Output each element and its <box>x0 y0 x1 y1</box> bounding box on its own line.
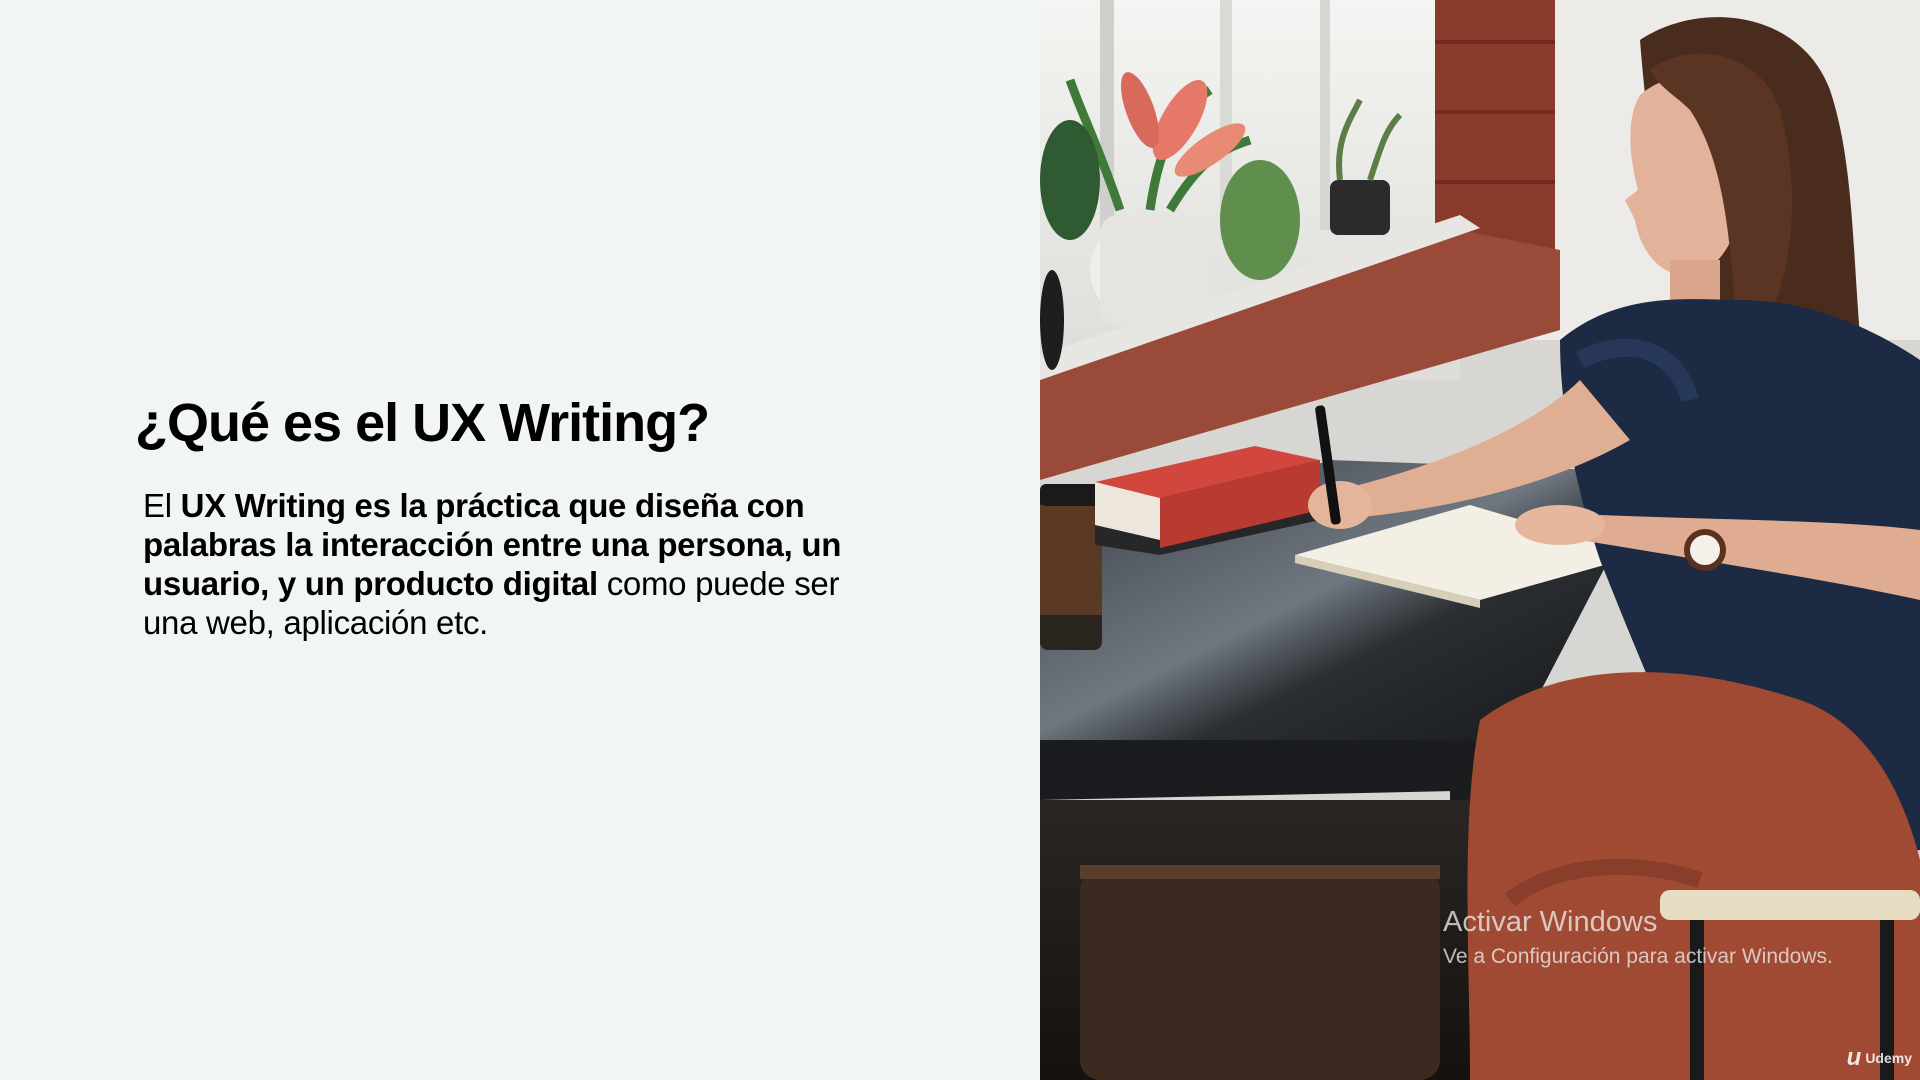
watermark-subtitle: Ve a Configuración para activar Windows. <box>1443 945 1833 968</box>
udemy-logo-icon: u <box>1846 1044 1862 1071</box>
body-intro: El <box>143 487 181 524</box>
slide-title: ¿Qué es el UX Writing? <box>135 393 710 453</box>
windows-activation-watermark: Activar Windows Ve a Configuración para … <box>1443 905 1833 971</box>
slide-body: El UX Writing es la práctica que diseña … <box>143 486 863 642</box>
udemy-brand: u Udemy <box>1847 1046 1912 1070</box>
brand-name: Udemy <box>1865 1050 1912 1066</box>
text-panel: ¿Qué es el UX Writing? El UX Writing es … <box>0 0 1040 1080</box>
slide: ¿Qué es el UX Writing? El UX Writing es … <box>0 0 1920 1080</box>
watermark-title: Activar Windows <box>1443 906 1658 938</box>
